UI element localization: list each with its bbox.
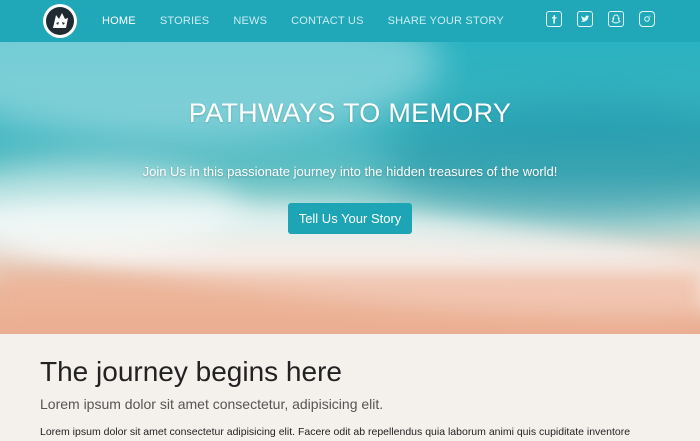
snapchat-icon[interactable]: [608, 11, 624, 27]
hero-banner: PATHWAYS TO MEMORY Join Us in this passi…: [0, 42, 700, 334]
instagram-icon[interactable]: [639, 11, 655, 27]
section-lead: Lorem ipsum dolor sit amet consectetur, …: [40, 396, 384, 412]
main-nav: HOME STORIES NEWS CONTACT US SHARE YOUR …: [102, 0, 528, 42]
nav-link-news[interactable]: NEWS: [233, 15, 267, 27]
section-body: Lorem ipsum dolor sit amet consectetur a…: [40, 426, 631, 438]
social-links: [546, 11, 655, 27]
section-title: The journey begins here: [40, 356, 342, 387]
nav-link-home[interactable]: HOME: [102, 15, 136, 27]
top-navbar: HOME STORIES NEWS CONTACT US SHARE YOUR …: [0, 0, 700, 42]
hero-subtitle: Join Us in this passionate journey into …: [142, 164, 558, 179]
hero-title: PATHWAYS TO MEMORY: [188, 98, 512, 128]
intro-section: The journey begins here Lorem ipsum dolo…: [0, 334, 700, 441]
hero-sand: [0, 272, 700, 334]
nav-link-contact-us[interactable]: CONTACT US: [291, 15, 364, 27]
tell-us-your-story-button[interactable]: Tell Us Your Story: [288, 203, 412, 234]
nav-link-share-your-story[interactable]: SHARE YOUR STORY: [388, 15, 504, 27]
wolf-logo-icon[interactable]: [43, 4, 77, 38]
twitter-icon[interactable]: [577, 11, 593, 27]
facebook-icon[interactable]: [546, 11, 562, 27]
nav-link-stories[interactable]: STORIES: [160, 15, 210, 27]
